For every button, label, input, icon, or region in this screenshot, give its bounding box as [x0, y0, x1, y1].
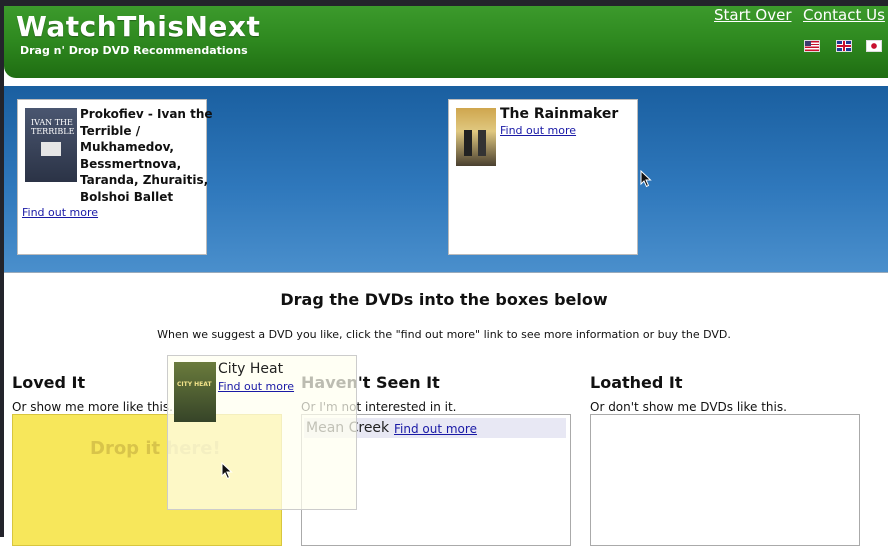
title-line: Mukhamedov, — [80, 140, 174, 154]
dvd-cover-city-heat: CITY HEAT — [174, 362, 216, 422]
loathed-it-title: Loathed It — [590, 373, 683, 392]
cover-figure — [478, 130, 486, 156]
dvd-cover-rainmaker — [456, 108, 496, 166]
gb-flag-icon[interactable] — [836, 40, 852, 52]
title-line: Terrible / — [80, 123, 141, 138]
jp-flag-icon[interactable] — [866, 40, 882, 52]
loved-it-subtitle: Or show me more like this. — [12, 400, 173, 414]
find-out-more-link-city-heat[interactable]: Find out more — [218, 380, 294, 393]
page-heading: Drag the DVDs into the boxes below — [280, 290, 608, 309]
title-line: Taranda, Zhuraitis, — [80, 173, 209, 187]
cover-title-text: CITY HEAT — [177, 381, 212, 388]
site-tagline: Drag n' Drop DVD Recommendations — [20, 44, 248, 57]
find-out-more-link-prokofiev[interactable]: Find out more — [22, 206, 98, 219]
us-flag-icon[interactable] — [804, 40, 820, 52]
start-over-link[interactable]: Start Over — [714, 6, 792, 24]
cover-figure — [41, 142, 61, 156]
loathed-it-subtitle: Or don't show me DVDs like this. — [590, 400, 787, 414]
loved-it-title: Loved It — [12, 373, 86, 392]
title-line: Prokofiev - Ivan the — [80, 107, 213, 121]
mouse-cursor-icon — [221, 462, 233, 480]
contact-us-link[interactable]: Contact Us — [803, 6, 885, 24]
title-line: Bolshoi Ballet — [80, 189, 174, 204]
mouse-cursor-icon — [640, 170, 652, 188]
dvd-cover-prokofiev: IVAN THE TERRIBLE — [25, 108, 77, 182]
cover-figure — [464, 130, 472, 156]
dvd-title-rainmaker: The Rainmaker — [500, 106, 619, 122]
dragging-dvd-title: City Heat — [218, 361, 284, 377]
site-brand[interactable]: WatchThisNext — [16, 10, 260, 43]
page-subheading: When we suggest a DVD you like, click th… — [157, 328, 731, 341]
find-out-more-link-rainmaker[interactable]: Find out more — [500, 124, 576, 137]
cover-title-text: IVAN THE TERRIBLE — [31, 118, 75, 136]
dvd-title-prokofiev: Prokofiev - Ivan the Terrible / Mukhamed… — [80, 106, 213, 205]
title-line: Bessmertnova, — [80, 156, 182, 171]
find-out-more-link-mean-creek[interactable]: Find out more — [394, 422, 477, 436]
loathed-it-drop-box[interactable] — [590, 414, 860, 546]
